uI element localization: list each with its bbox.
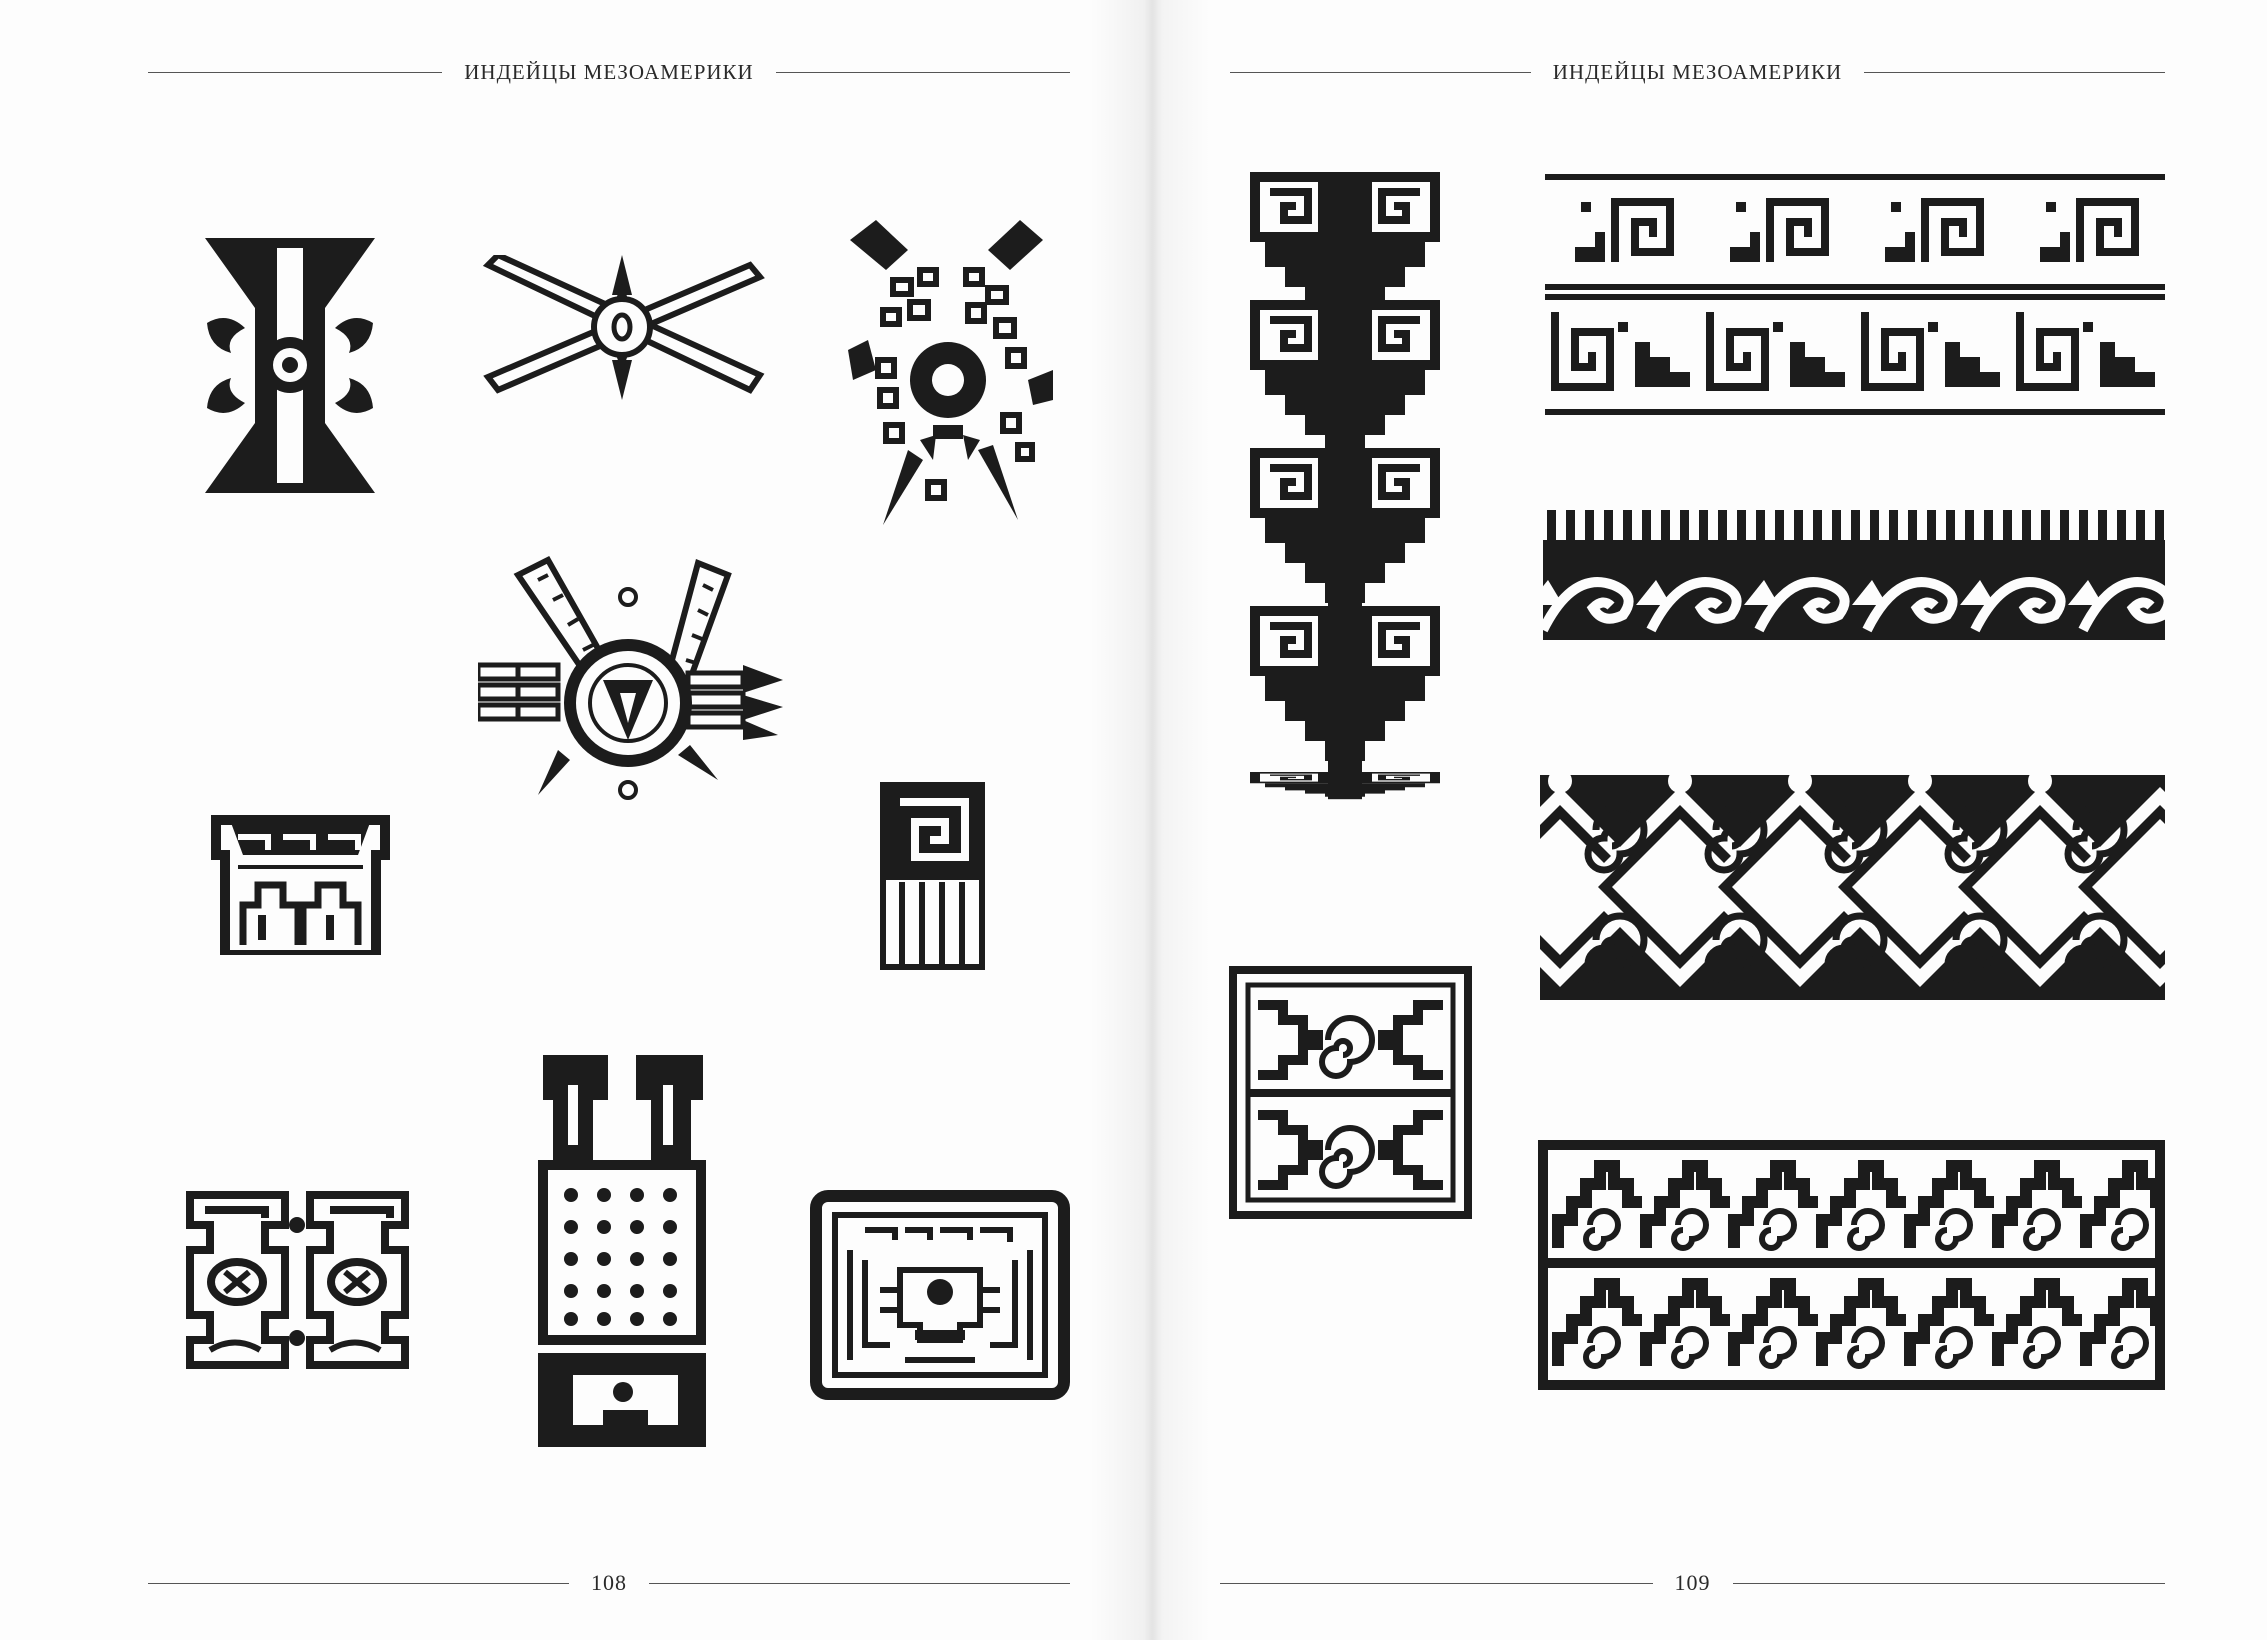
right-page: ИНДЕЙЦЫ МЕЗОАМЕРИКИ 109 — [1150, 0, 2267, 1640]
square-spiral-panel — [1228, 965, 1473, 1220]
crossed-bars-star-glyph — [480, 255, 765, 400]
temple-maze-glyph — [810, 1190, 1070, 1400]
left-running-head: ИНДЕЙЦЫ МЕЗОАМЕРИКИ — [148, 60, 1070, 85]
right-running-head: ИНДЕЙЦЫ МЕЗОАМЕРИКИ — [1230, 60, 2165, 85]
header-rule — [1230, 72, 1531, 73]
stepped-diamond-spiral-band — [1540, 775, 2165, 1000]
double-face-glyph — [185, 1190, 410, 1370]
footer-rule — [148, 1582, 569, 1584]
vertical-stepped-fret-band — [1250, 172, 1440, 867]
header-rule — [148, 72, 443, 73]
left-page: ИНДЕЙЦЫ МЕЗОАМЕРИКИ 108 — [0, 0, 1150, 1640]
running-head-text: ИНДЕЙЦЫ МЕЗОАМЕРИКИ — [1552, 60, 1843, 84]
running-head-text: ИНДЕЙЦЫ МЕЗОАМЕРИКИ — [464, 60, 754, 84]
page-number: 108 — [591, 1570, 627, 1595]
footer-rule — [649, 1582, 1070, 1584]
double-stepped-spiral-band — [1538, 1140, 2165, 1390]
spiral-comb-glyph — [880, 782, 985, 970]
right-page-footer: 109 — [1220, 1570, 2165, 1596]
footer-rule — [1220, 1582, 1653, 1584]
book-spread: ИНДЕЙЦЫ МЕЗОАМЕРИКИ 108 ИНДЕЙЦЫ МЕЗОАМЕР… — [0, 0, 2267, 1640]
left-page-footer: 108 — [148, 1570, 1070, 1596]
stepped-house-glyph — [208, 815, 393, 955]
page-number: 109 — [1674, 1570, 1711, 1595]
footer-rule — [1732, 1582, 2165, 1584]
header-rule — [1864, 72, 2165, 73]
feathered-sun-glyph — [478, 555, 783, 800]
double-fret-band — [1545, 172, 2165, 417]
hourglass-eye-glyph — [205, 238, 375, 493]
toothed-scroll-band — [1543, 510, 2165, 640]
dotted-plume-panel-glyph — [538, 1055, 706, 1447]
twin-feathered-glyph — [838, 220, 1063, 525]
header-rule — [775, 72, 1070, 73]
